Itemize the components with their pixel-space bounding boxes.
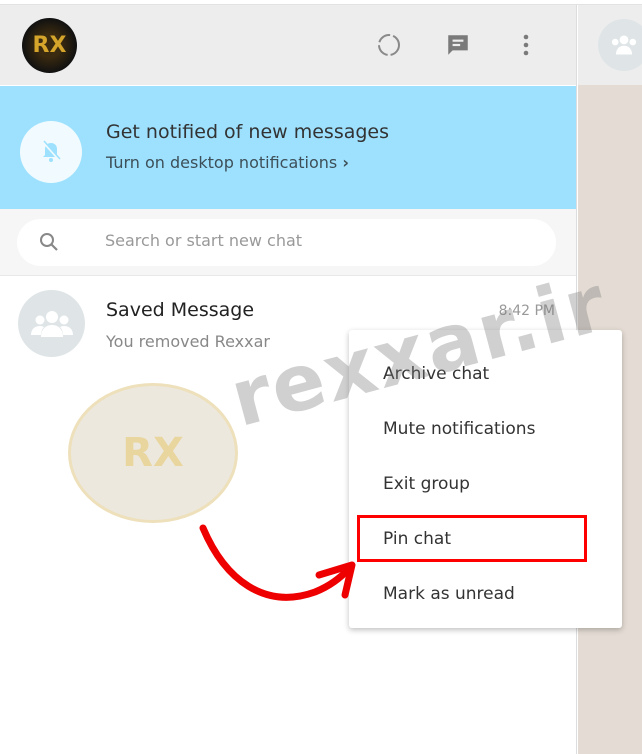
notification-banner[interactable]: Get notified of new messages Turn on des… <box>0 86 576 209</box>
banner-title: Get notified of new messages <box>106 121 390 143</box>
menu-item-exit-group[interactable]: Exit group <box>349 456 622 511</box>
group-avatar <box>18 290 85 357</box>
status-icon[interactable] <box>375 31 403 59</box>
enable-notifications-link[interactable]: Turn on desktop notifications › <box>106 153 349 172</box>
menu-icon[interactable] <box>512 31 540 59</box>
conversation-header <box>578 5 642 85</box>
group-avatar-icon[interactable] <box>598 19 642 71</box>
chat-last-message: You removed Rexxar <box>106 332 270 351</box>
avatar-logo: RX <box>32 33 67 58</box>
search-input[interactable] <box>105 231 525 250</box>
pin-chat-highlight-box <box>357 515 587 562</box>
search-box[interactable] <box>17 219 556 266</box>
group-icon <box>30 310 73 337</box>
menu-item-mark-as-unread[interactable]: Mark as unread <box>349 566 622 621</box>
search-icon <box>40 233 58 251</box>
chat-name: Saved Message <box>106 299 255 321</box>
profile-avatar[interactable]: RX <box>22 18 77 73</box>
menu-item-mute-notifications[interactable]: Mute notifications <box>349 401 622 456</box>
new-chat-icon[interactable] <box>444 31 472 59</box>
search-bar <box>0 209 576 276</box>
banner-subtitle: Turn on desktop notifications <box>106 153 338 172</box>
sidebar-header: RX <box>0 5 576 85</box>
chevron-right-icon: › <box>342 153 349 172</box>
bell-off-icon <box>20 121 82 183</box>
red-arrow-annotation <box>199 524 356 601</box>
watermark-logo: RX <box>68 383 238 523</box>
